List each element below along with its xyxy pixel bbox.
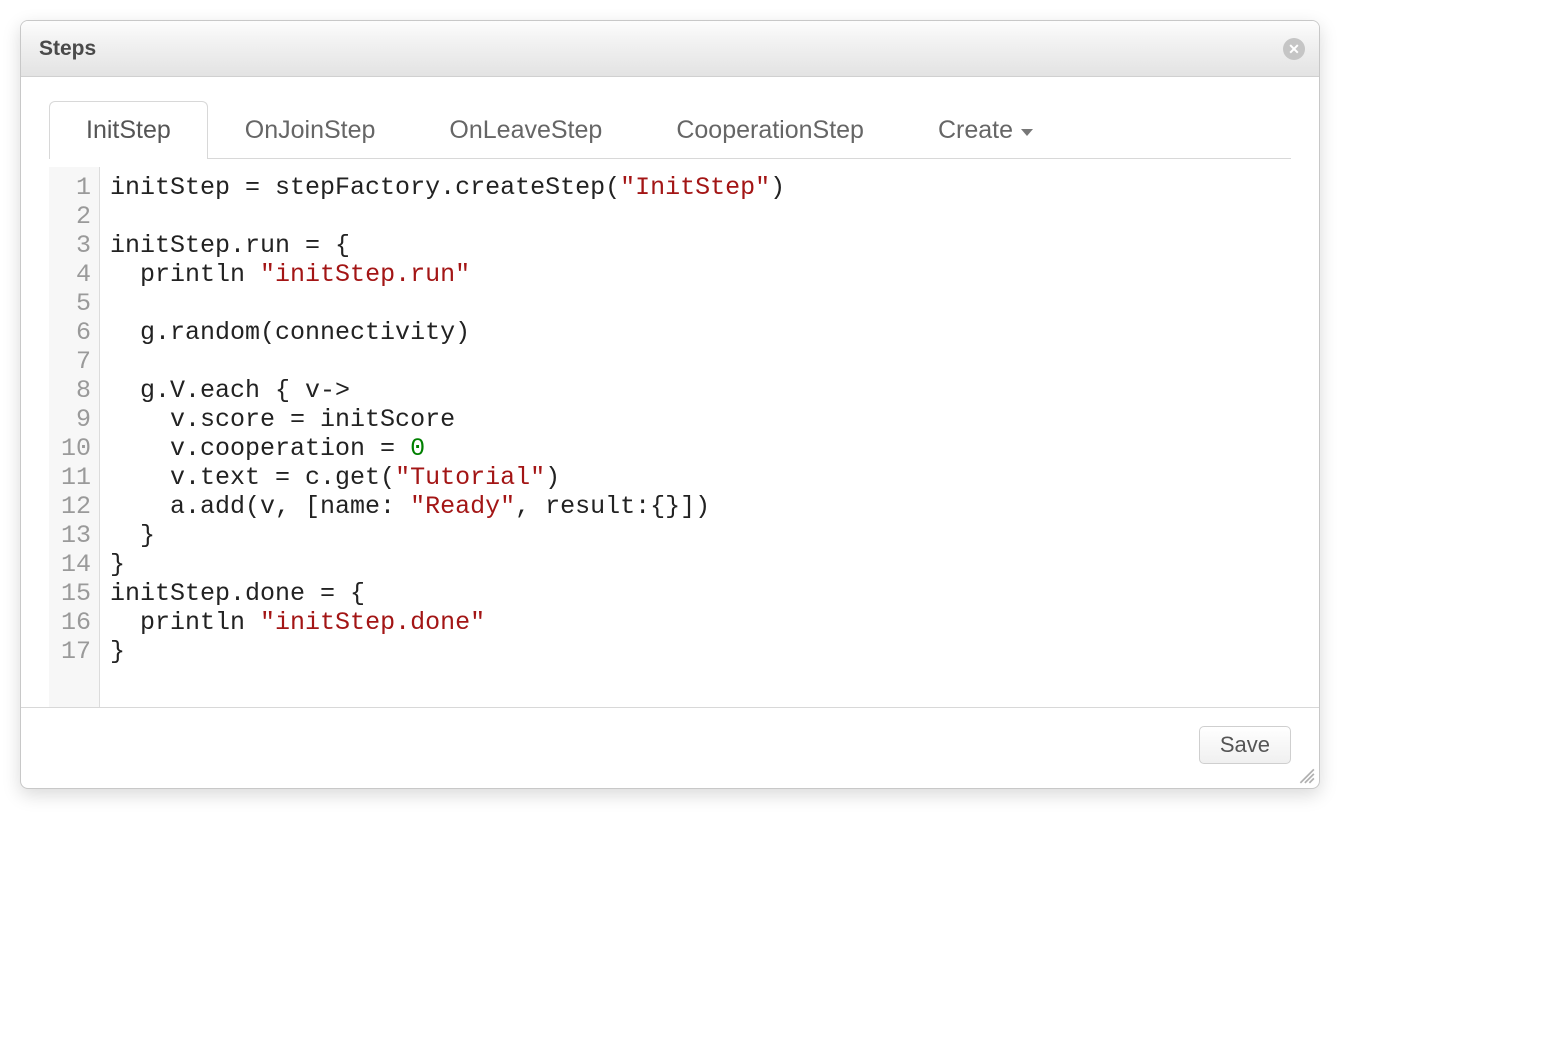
tab-bar: InitStep OnJoinStep OnLeaveStep Cooperat… <box>49 101 1291 159</box>
line-number-gutter: 1 2 3 4 5 6 7 8 9 10 11 12 13 14 15 16 1… <box>49 167 100 707</box>
steps-dialog: Steps ✕ InitStep OnJoinStep OnLeaveStep … <box>20 20 1320 789</box>
close-icon[interactable]: ✕ <box>1283 38 1305 60</box>
code-content[interactable]: initStep = stepFactory.createStep("InitS… <box>100 167 1291 707</box>
code-token: "Tutorial" <box>395 463 545 492</box>
code-token: , result:{}]) <box>515 492 710 521</box>
code-token: } <box>110 637 125 666</box>
code-token: v.cooperation = <box>110 434 410 463</box>
create-dropdown[interactable]: Create <box>901 101 1070 159</box>
code-token: } <box>110 521 155 550</box>
code-editor[interactable]: 1 2 3 4 5 6 7 8 9 10 11 12 13 14 15 16 1… <box>49 167 1291 707</box>
dialog-title: Steps <box>39 37 96 61</box>
code-token: initStep.done = { <box>110 579 365 608</box>
code-token: initStep = stepFactory.createStep( <box>110 173 620 202</box>
code-token: ) <box>770 173 785 202</box>
code-token: "initStep.done" <box>260 608 485 637</box>
code-token: } <box>110 550 125 579</box>
create-label: Create <box>938 116 1013 145</box>
tab-onjoinstep[interactable]: OnJoinStep <box>208 101 413 159</box>
code-token: g.V.each { v-> <box>110 376 350 405</box>
tab-label: OnJoinStep <box>245 116 376 144</box>
tab-cooperationstep[interactable]: CooperationStep <box>639 101 901 159</box>
code-token: println <box>110 260 260 289</box>
save-button[interactable]: Save <box>1199 726 1291 764</box>
chevron-down-icon <box>1021 129 1033 136</box>
code-token: a.add(v, [name: <box>110 492 410 521</box>
tab-label: InitStep <box>86 116 171 144</box>
dialog-body: InitStep OnJoinStep OnLeaveStep Cooperat… <box>21 77 1319 707</box>
resize-handle[interactable] <box>1297 766 1315 784</box>
code-token: initStep.run = { <box>110 231 350 260</box>
code-token: v.text = c.get( <box>110 463 395 492</box>
code-token: "InitStep" <box>620 173 770 202</box>
dialog-titlebar[interactable]: Steps ✕ <box>21 21 1319 77</box>
code-token: v.score = initScore <box>110 405 455 434</box>
code-token: println <box>110 608 260 637</box>
tab-initstep[interactable]: InitStep <box>49 101 208 159</box>
code-token: "initStep.run" <box>260 260 470 289</box>
dialog-footer: Save <box>21 707 1319 788</box>
code-token: "Ready" <box>410 492 515 521</box>
tab-onleavestep[interactable]: OnLeaveStep <box>412 101 639 159</box>
code-token: g.random(connectivity) <box>110 318 470 347</box>
code-token: ) <box>545 463 560 492</box>
code-token: 0 <box>410 434 425 463</box>
tab-label: CooperationStep <box>676 116 864 144</box>
tab-label: OnLeaveStep <box>449 116 602 144</box>
